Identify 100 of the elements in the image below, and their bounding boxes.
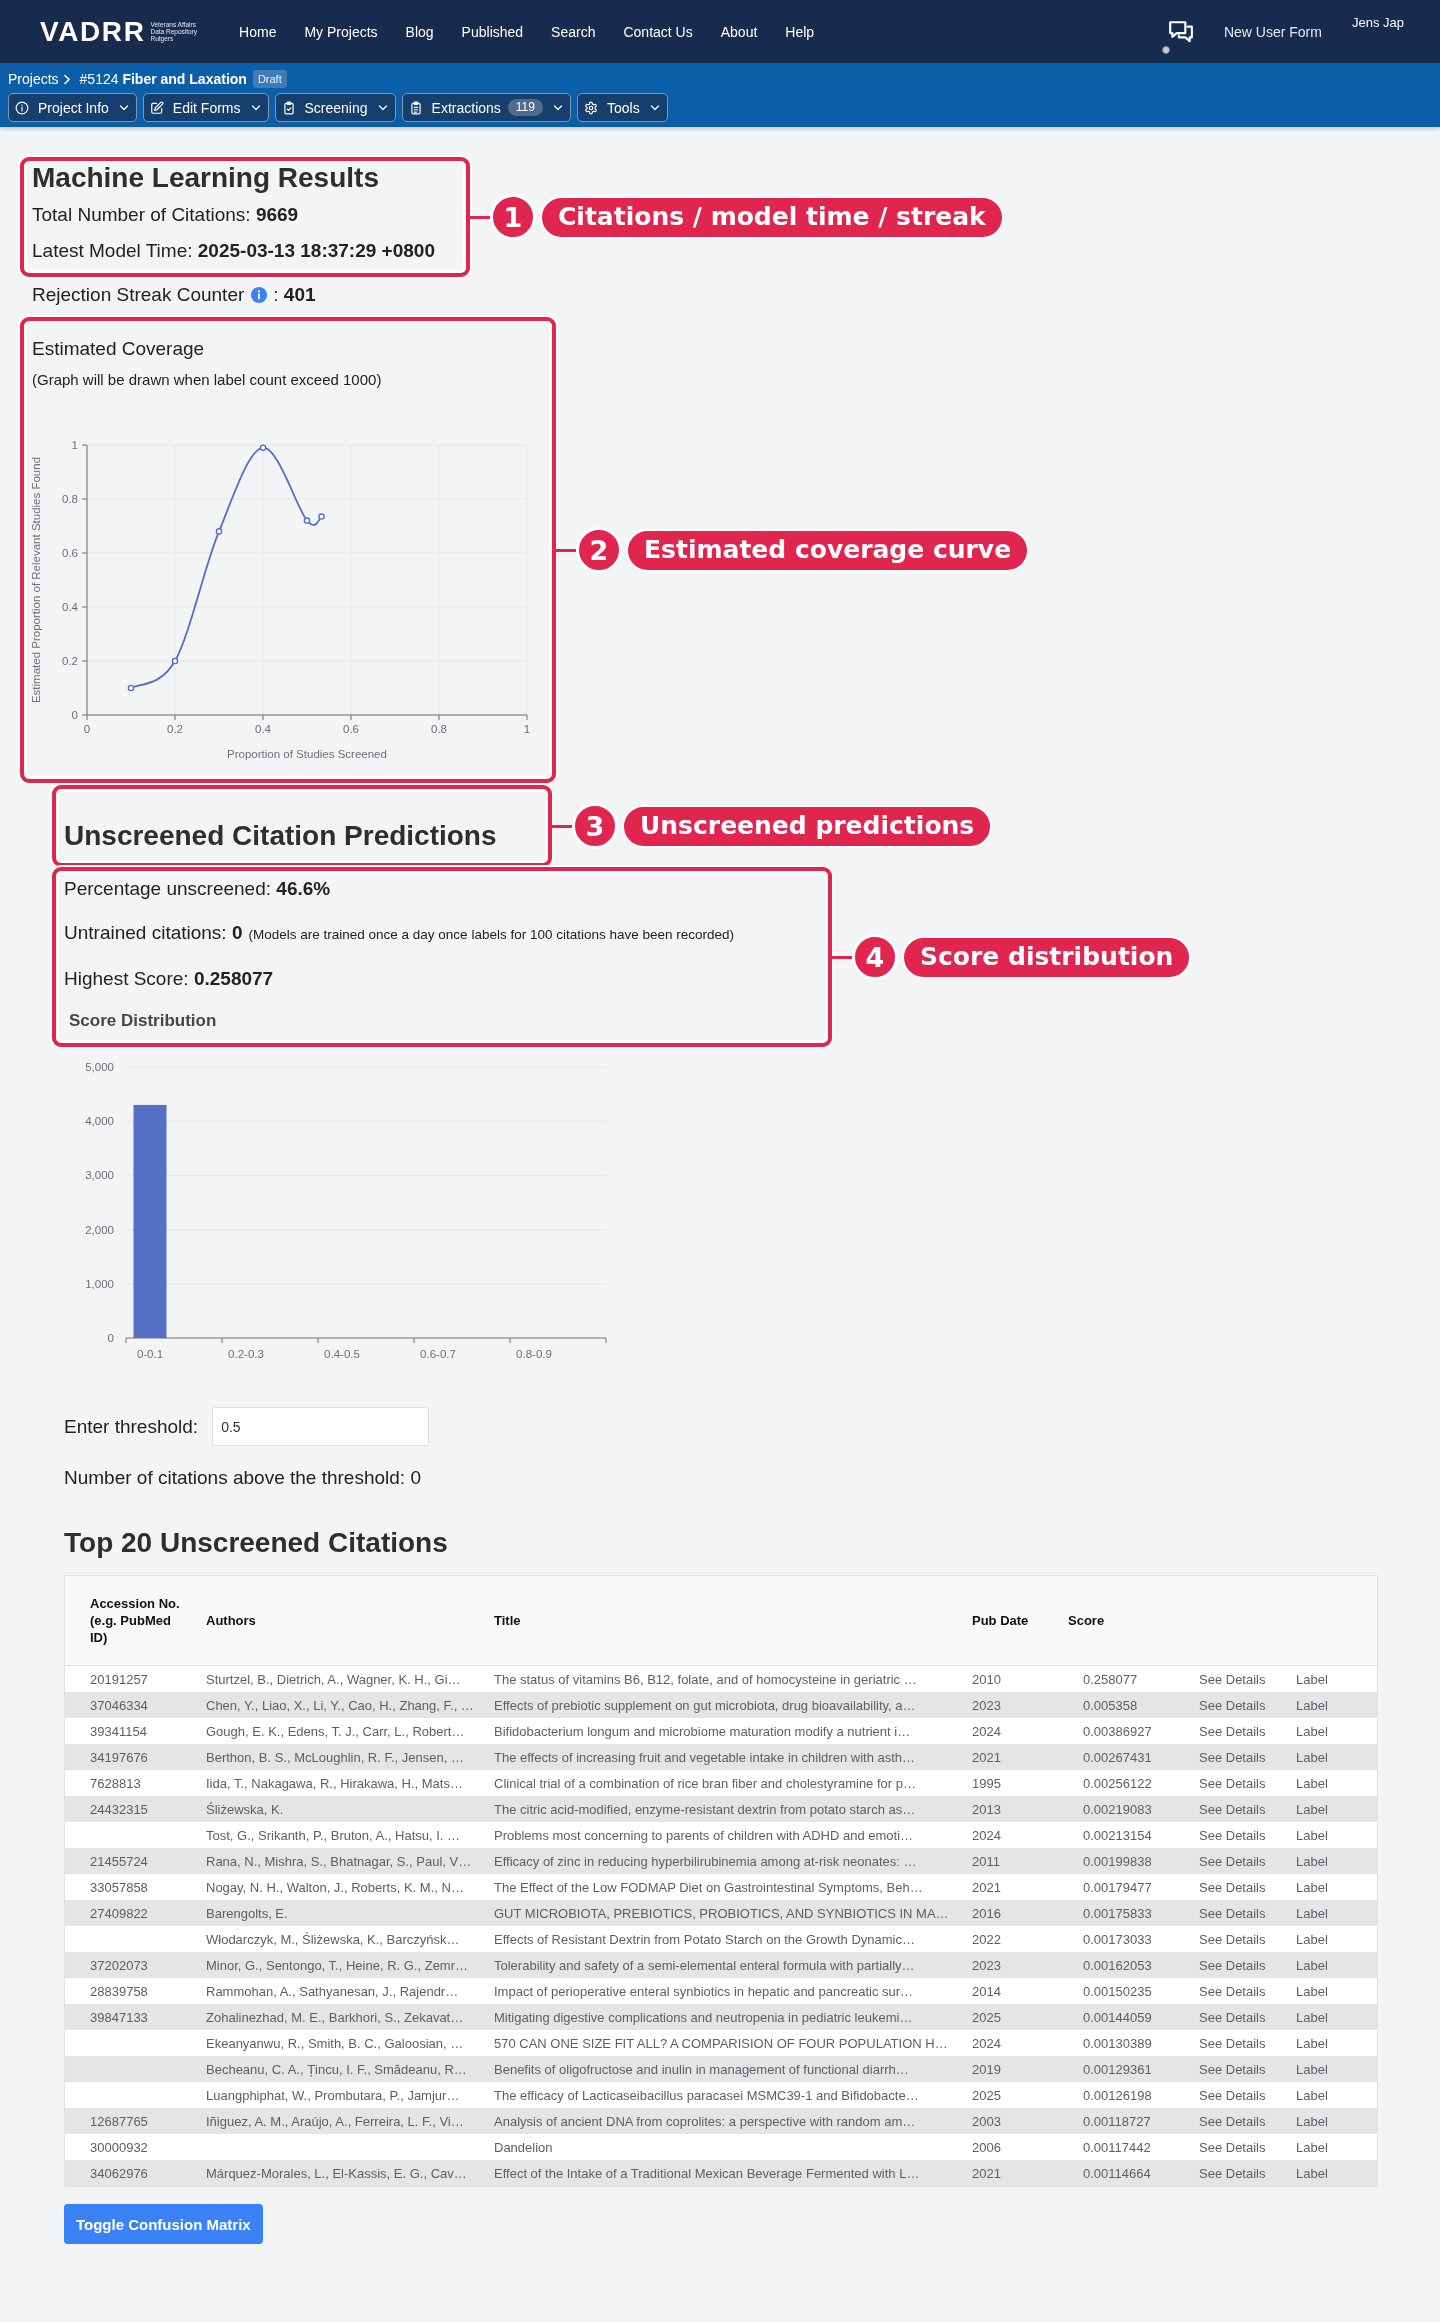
count-badge: 119 <box>507 99 543 116</box>
axis-tick-label: 0.6 <box>343 723 359 735</box>
score-cell-text: 0.00117442 <box>1082 2139 1152 2155</box>
accession-cell-text: 39341154 <box>89 1723 148 1739</box>
title-cell-text: Analysis of ancient DNA from coprolites: a perspective with random am… <box>493 2113 917 2129</box>
title-cell-text: The Effect of the Low FODMAP Diet on Gastrointestinal Symptoms, Beh… <box>493 1879 924 1895</box>
callout-number: 2 <box>576 527 622 573</box>
authors-cell-text: Márquez-Morales, L., El-Kassis, E. G., Cav… <box>205 2165 468 2181</box>
date-cell-text: 2016 <box>971 1905 1002 1921</box>
title-cell-text: Effect of the Intake of a Traditional Mexican Beverage Fermented with L… <box>493 2165 921 2181</box>
title-cell-text: 570 CAN ONE SIZE FIT ALL? A COMPARISION OF FOUR POPULATION H… <box>493 2035 947 2051</box>
project-title: #5124 Fiber and Laxation <box>79 71 247 87</box>
axis-tick-label: 0.8 <box>62 493 78 505</box>
axis-tick-label: 3,000 <box>85 1169 114 1182</box>
callout-label: Unscreened predictions <box>622 804 993 848</box>
chart-title: Score Distribution <box>68 1010 218 1032</box>
score-cell-text: 0.00386927 <box>1082 1723 1153 1739</box>
accession-cell-text: 27409822 <box>89 1905 149 1921</box>
date-cell-text: 2021 <box>971 2165 1002 2181</box>
column-header: Accession No. (e.g. PubMed ID) <box>89 1595 181 1646</box>
stat-text: Untrained citations: 0 <box>64 921 243 945</box>
date-cell-text: 1995 <box>971 1775 1002 1791</box>
accession-cell-text: 7628813 <box>89 1775 142 1791</box>
title-cell-text: Problems most concerning to parents of children with ADHD and emoti… <box>493 1827 915 1843</box>
accession-cell-text: 12687765 <box>89 2113 149 2129</box>
score-cell-text: 0.00162053 <box>1082 1957 1153 1973</box>
accession-cell-text: 34197676 <box>89 1749 149 1765</box>
date-cell-text: 2011 <box>971 1853 1001 1869</box>
stat-text: Total Number of Citations: 9669 <box>32 203 300 227</box>
authors-cell-text: Nogay, N. H., Walton, J., Roberts, K. M., N… <box>205 1879 465 1895</box>
title-cell-text: Efficacy of zinc in reducing hyperbilirubinemia among at-risk neonates: … <box>493 1853 918 1869</box>
score-cell-text: 0.00219083 <box>1082 1801 1153 1817</box>
axis-tick-label: 0 <box>83 723 91 735</box>
column-header: Title <box>493 1613 522 1628</box>
section-heading: Unscreened Citation Predictions <box>64 819 497 853</box>
authors-cell-text: Luangphiphat, W., Prombutara, P., Jamjur… <box>205 2087 461 2103</box>
date-cell-text: 2021 <box>971 1749 1002 1765</box>
stat-label: Rejection Streak Counter <box>32 283 245 307</box>
authors-cell-text: Iida, T., Nakagawa, R., Hirakawa, H., Mats… <box>205 1775 464 1791</box>
callout-number: 1 <box>490 194 536 240</box>
accession-cell-text: 37202073 <box>89 1957 149 1973</box>
title-cell-text: Impact of perioperative enteral synbiotics in hepatic and pancreatic sur… <box>493 1983 915 1999</box>
accession-cell-text: 37046334 <box>89 1697 149 1713</box>
section-heading: Top 20 Unscreened Citations <box>64 1526 449 1560</box>
title-cell-text: Effects of Resistant Dextrin from Potato Starch on the Growth Dynamic… <box>493 1931 916 1947</box>
score-cell-text: 0.00118727 <box>1082 2113 1152 2129</box>
date-cell-text: 2024 <box>971 1827 1002 1843</box>
title-cell-text: Mitigating digestive complications and neutropenia in pediatric leukemi… <box>493 2009 914 2025</box>
score-cell-text: 0.005358 <box>1082 1697 1139 1713</box>
axis-tick-label: 5,000 <box>85 1061 114 1073</box>
title-cell-text: Dandelion <box>493 2139 554 2155</box>
score-cell-text: 0.00267431 <box>1082 1749 1153 1765</box>
stat-text: Highest Score: 0.258077 <box>64 967 274 991</box>
threshold-label: Enter threshold: <box>64 1415 199 1438</box>
score-cell-text: 0.00199838 <box>1082 1853 1153 1869</box>
status-badge: Draft <box>252 70 287 88</box>
title-cell-text: Tolerability and safety of a semi-elemental enteral formula with partially… <box>493 1957 916 1973</box>
score-cell-text: 0.00256122 <box>1082 1775 1153 1791</box>
score-cell-text: 0.00114664 <box>1082 2165 1152 2181</box>
accession-cell-text: 39847133 <box>89 2009 149 2025</box>
chart-note: (Graph will be drawn when label count exceed 1000) <box>32 370 383 390</box>
column-header: Score <box>1067 1613 1106 1628</box>
date-cell-text: 2013 <box>971 1801 1002 1817</box>
axis-tick-label: 0.4-0.5 <box>324 1348 360 1360</box>
accession-cell-text: 21455724 <box>89 1853 149 1869</box>
callout-label: Citations / model time / streak <box>540 195 1004 239</box>
authors-cell-text: Becheanu, C. A., Țincu, I. F., Smădeanu, R… <box>205 2061 468 2077</box>
callout-label: Estimated coverage curve <box>626 528 1030 572</box>
date-cell-text: 2024 <box>971 2035 1002 2051</box>
accession-cell-text: 30000932 <box>89 2139 149 2155</box>
title-cell-text: Clinical trial of a combination of rice bran fiber and cholestyramine for p… <box>493 1775 917 1791</box>
accession-cell-text: 24432315 <box>89 1801 149 1817</box>
axis-tick-label: 1 <box>71 439 78 451</box>
authors-cell-text: Iñiguez, A. M., Araújo, A., Ferreira, L. F., Vi… <box>205 2113 465 2129</box>
date-cell-text: 2024 <box>971 1723 1002 1739</box>
score-cell-text: 0.258077 <box>1082 1671 1139 1687</box>
axis-tick-label: 0.6 <box>62 547 78 559</box>
date-cell-text: 2025 <box>971 2009 1002 2025</box>
callout-label: Score distribution <box>902 935 1192 979</box>
authors-cell-text: Tost, G., Srikanth, P., Bruton, A., Hatsu, I. … <box>205 1827 462 1843</box>
score-cell-text: 0.00126198 <box>1082 2087 1153 2103</box>
accession-cell-text: 20191257 <box>89 1671 149 1687</box>
stat-value: : 401 <box>273 283 316 307</box>
title-cell-text: GUT MICROBIOTA, PREBIOTICS, PROBIOTICS, AND SYNBIOTICS IN MA… <box>493 1905 947 1921</box>
score-cell-text: 0.00130389 <box>1082 2035 1153 2051</box>
title-cell-text: The status of vitamins B6, B12, folate, and of homocysteine in geriatric … <box>493 1671 918 1687</box>
authors-cell-text: Włodarczyk, M., Śliżewska, K., Barczyńsk… <box>205 1931 461 1947</box>
title-cell-text: The efficacy of Lacticaseibacillus paracasei MSMC39-1 and Bifidobacte… <box>493 2087 920 2103</box>
axis-title: Estimated Proportion of Relevant Studies Found <box>30 456 42 704</box>
stat-note: (Models are trained once a day once labels for 100 citations have been recorded) <box>248 926 735 944</box>
authors-cell-text: Barengolts, E. <box>205 1905 289 1921</box>
axis-tick-label: 0.8 <box>431 723 447 735</box>
date-cell-text: 2019 <box>971 2061 1002 2077</box>
stat-text: Latest Model Time: 2025-03-13 18:37:29 +0800 <box>32 239 436 263</box>
axis-tick-label: 0.4 <box>62 601 78 613</box>
score-cell-text: 0.00150235 <box>1082 1983 1153 1999</box>
authors-cell-text: Rana, N., Mishra, S., Bhatnagar, S., Paul, V… <box>205 1853 469 1869</box>
authors-cell-text: Śliżewska, K. <box>205 1801 285 1817</box>
date-cell-text: 2023 <box>971 1697 1002 1713</box>
authors-cell-text: Rammohan, A., Sathyanesan, J., Rajendr… <box>205 1983 460 1999</box>
